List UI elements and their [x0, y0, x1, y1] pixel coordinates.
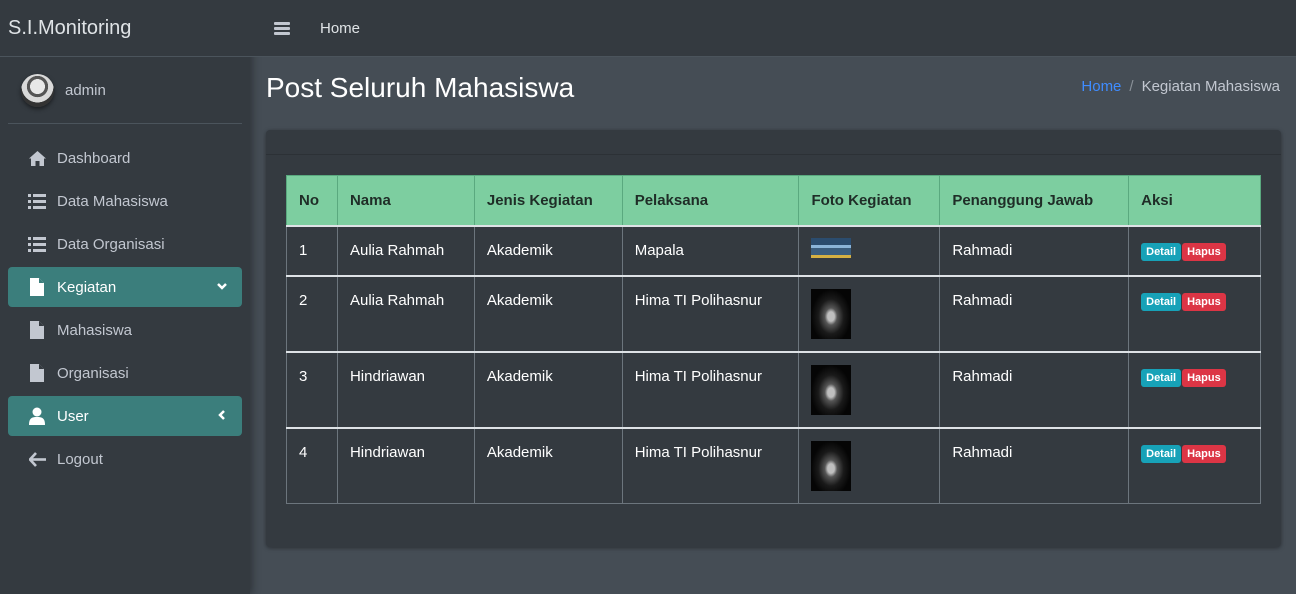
detail-button[interactable]: Detail — [1141, 368, 1182, 387]
file-icon — [27, 363, 47, 383]
file-icon — [27, 277, 47, 297]
cell-penanggung-jawab: Rahmadi — [939, 427, 1130, 504]
sidebar-item-label: Mahasiswa — [57, 321, 133, 339]
column-header: Nama — [336, 175, 475, 226]
sidebar-nav: Dashboard Data Mahasiswa Data Organisasi… — [0, 138, 250, 479]
sidebar-item-label: User — [57, 407, 89, 425]
activity-photo-thumbnail[interactable] — [811, 440, 852, 491]
sidebar-item-label: Kegiatan — [57, 278, 117, 296]
cell-aksi: Detail Hapus — [1128, 275, 1261, 352]
sidebar-item-label: Dashboard — [57, 149, 131, 167]
cell-aksi: Detail Hapus — [1128, 351, 1261, 428]
hapus-button[interactable]: Hapus — [1182, 368, 1226, 387]
brand-logo[interactable]: S.I.Monitoring — [0, 0, 250, 57]
sidebar-item-data-organisasi[interactable]: Data Organisasi — [8, 224, 242, 264]
hapus-button[interactable]: Hapus — [1182, 242, 1226, 261]
cell-jenis: Akademik — [473, 351, 623, 428]
cell-jenis: Akademik — [473, 275, 623, 352]
sidebar: S.I.Monitoring admin Dashboard Data Maha… — [0, 0, 250, 594]
sidebar-item-logout[interactable]: Logout — [8, 439, 242, 479]
user-icon — [27, 406, 47, 426]
sidebar-item-dashboard[interactable]: Dashboard — [8, 138, 242, 178]
chevron-left-icon[interactable] — [216, 408, 228, 425]
cell-foto — [798, 351, 941, 428]
sidebar-item-kegiatan[interactable]: Kegiatan — [8, 267, 242, 307]
table-row: 1 Aulia Rahmah Akademik Mapala Rahmadi D… — [286, 225, 1261, 276]
column-header: Penanggung Jawab — [939, 175, 1130, 226]
breadcrumb-home-link[interactable]: Home — [1081, 78, 1121, 95]
cell-jenis: Akademik — [473, 225, 623, 276]
hapus-button[interactable]: Hapus — [1182, 444, 1226, 463]
cell-nama: Aulia Rahmah — [336, 225, 475, 276]
column-header: Foto Kegiatan — [798, 175, 941, 226]
user-name[interactable]: admin — [65, 82, 106, 99]
cell-no: 4 — [286, 427, 338, 504]
hapus-button[interactable]: Hapus — [1182, 292, 1226, 311]
cell-pelaksana: Hima TI Polihasnur — [621, 275, 800, 352]
column-header: No — [286, 175, 338, 226]
hamburger-menu-icon[interactable] — [274, 20, 290, 37]
file-icon — [27, 320, 47, 340]
sidebar-item-user[interactable]: User — [8, 396, 242, 436]
table-row: 3 Hindriawan Akademik Hima TI Polihasnur… — [286, 351, 1261, 428]
cell-pelaksana: Hima TI Polihasnur — [621, 427, 800, 504]
sidebar-item-organisasi[interactable]: Organisasi — [8, 353, 242, 393]
cell-penanggung-jawab: Rahmadi — [939, 351, 1130, 428]
cell-pelaksana: Mapala — [621, 225, 800, 276]
cell-penanggung-jawab: Rahmadi — [939, 275, 1130, 352]
sidebar-item-label: Data Organisasi — [57, 235, 165, 253]
cell-no: 1 — [286, 225, 338, 276]
sidebar-item-data-mahasiswa[interactable]: Data Mahasiswa — [8, 181, 242, 221]
cell-nama: Hindriawan — [336, 351, 475, 428]
cell-foto — [798, 225, 941, 276]
arrow-left-icon — [27, 449, 47, 469]
page-title: Post Seluruh Mahasiswa — [266, 72, 575, 103]
detail-button[interactable]: Detail — [1141, 292, 1182, 311]
cell-penanggung-jawab: Rahmadi — [939, 225, 1130, 276]
top-home-link[interactable]: Home — [320, 20, 360, 37]
cell-pelaksana: Hima TI Polihasnur — [621, 351, 800, 428]
cell-nama: Hindriawan — [336, 427, 475, 504]
list-icon — [27, 234, 47, 254]
breadcrumb-current: Kegiatan Mahasiswa — [1141, 78, 1280, 95]
sidebar-item-label: Data Mahasiswa — [57, 192, 168, 210]
cell-foto — [798, 275, 941, 352]
home-icon — [27, 148, 47, 168]
cell-foto — [798, 427, 941, 504]
breadcrumb-separator: / — [1129, 78, 1134, 95]
column-header: Pelaksana — [621, 175, 800, 226]
cell-no: 2 — [286, 275, 338, 352]
topbar: Home — [250, 0, 1296, 57]
chevron-down-icon[interactable] — [216, 279, 228, 296]
cell-aksi: Detail Hapus — [1128, 427, 1261, 504]
table-header-row: No Nama Jenis Kegiatan Pelaksana Foto Ke… — [286, 175, 1261, 226]
cell-jenis: Akademik — [473, 427, 623, 504]
cell-aksi: Detail Hapus — [1128, 225, 1261, 276]
user-panel: admin — [8, 57, 242, 124]
list-icon — [27, 191, 47, 211]
detail-button[interactable]: Detail — [1141, 444, 1182, 463]
table-row: 4 Hindriawan Akademik Hima TI Polihasnur… — [286, 427, 1261, 504]
cell-no: 3 — [286, 351, 338, 428]
sidebar-item-label: Organisasi — [57, 364, 129, 382]
activity-photo-thumbnail[interactable] — [811, 364, 852, 415]
activity-photo-thumbnail[interactable] — [811, 237, 852, 258]
column-header: Jenis Kegiatan — [473, 175, 623, 226]
activity-photo-thumbnail[interactable] — [811, 288, 852, 339]
content-card: No Nama Jenis Kegiatan Pelaksana Foto Ke… — [266, 130, 1281, 547]
table-row: 2 Aulia Rahmah Akademik Hima TI Polihasn… — [286, 275, 1261, 352]
breadcrumb: Home / Kegiatan Mahasiswa — [1081, 78, 1280, 95]
cell-nama: Aulia Rahmah — [336, 275, 475, 352]
sidebar-item-mahasiswa[interactable]: Mahasiswa — [8, 310, 242, 350]
detail-button[interactable]: Detail — [1141, 242, 1182, 261]
card-header — [266, 130, 1281, 155]
kegiatan-table: No Nama Jenis Kegiatan Pelaksana Foto Ke… — [286, 175, 1261, 504]
avatar[interactable] — [21, 73, 54, 107]
column-header: Aksi — [1128, 175, 1261, 226]
sidebar-item-label: Logout — [57, 450, 103, 468]
